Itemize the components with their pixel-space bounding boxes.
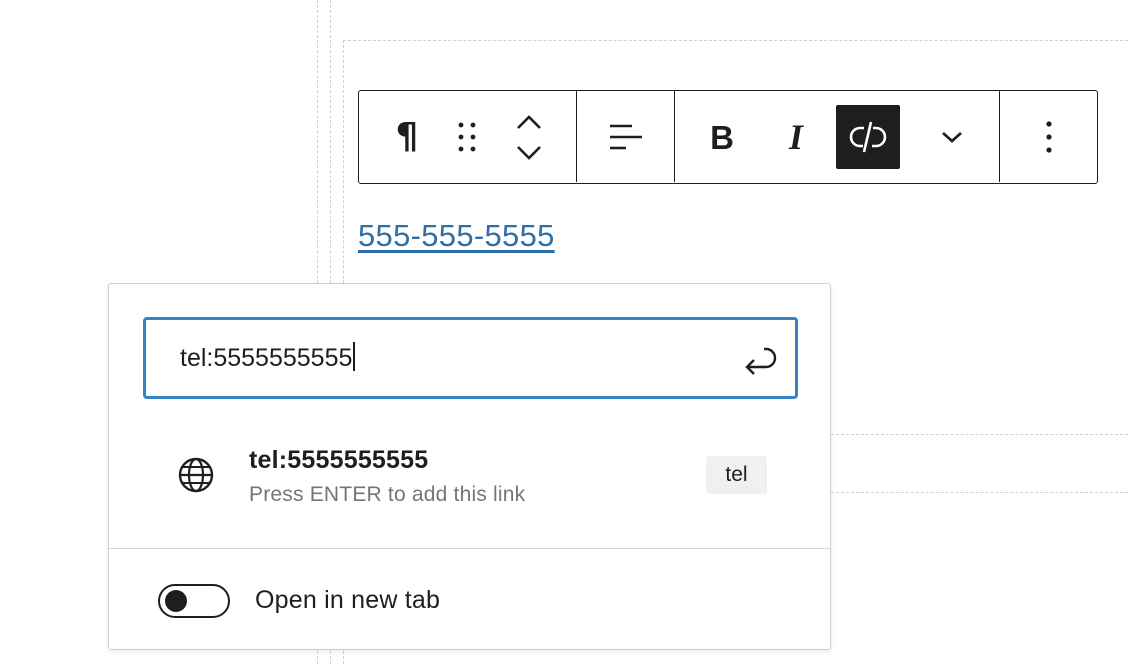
toolbar-separator bbox=[999, 91, 1000, 182]
globe-icon bbox=[177, 456, 215, 499]
bold-button[interactable]: B bbox=[690, 105, 754, 169]
drag-handle-icon bbox=[458, 122, 476, 152]
submit-link-button[interactable] bbox=[739, 340, 781, 382]
more-vertical-icon bbox=[1046, 121, 1052, 153]
link-popover: tel:5555555555 tel:5555555555 Press ENTE… bbox=[108, 283, 831, 650]
enter-icon bbox=[745, 347, 777, 375]
italic-icon: I bbox=[788, 117, 803, 157]
italic-button[interactable]: I bbox=[764, 105, 828, 169]
popover-divider bbox=[109, 548, 830, 549]
toolbar-separator bbox=[674, 91, 675, 182]
suggestion-type-badge: tel bbox=[706, 456, 767, 494]
paragraph-icon: ¶ bbox=[395, 116, 419, 157]
text-cursor bbox=[353, 342, 355, 371]
suggestion-title: tel:5555555555 bbox=[249, 446, 429, 474]
unlink-button[interactable] bbox=[836, 105, 900, 169]
align-button[interactable] bbox=[594, 105, 658, 169]
bold-icon: B bbox=[710, 118, 734, 156]
open-in-new-tab-label[interactable]: Open in new tab bbox=[255, 586, 440, 615]
move-down-button[interactable] bbox=[497, 138, 561, 168]
toggle-knob bbox=[165, 590, 187, 612]
block-options-button[interactable] bbox=[1017, 105, 1081, 169]
url-input-text: tel:5555555555 bbox=[180, 344, 353, 372]
suggestion-hint: Press ENTER to add this link bbox=[249, 483, 526, 506]
chevron-down-icon bbox=[942, 131, 962, 143]
block-outline bbox=[343, 40, 1128, 41]
toolbar-separator bbox=[576, 91, 577, 182]
url-input-value[interactable]: tel:5555555555 bbox=[180, 342, 355, 373]
link-suggestion[interactable]: tel:5555555555 Press ENTER to add this l… bbox=[109, 434, 830, 524]
block-toolbar: ¶ B I bbox=[358, 90, 1098, 184]
block-type-button[interactable]: ¶ bbox=[375, 105, 439, 169]
chevron-up-icon bbox=[517, 115, 541, 129]
align-left-icon bbox=[610, 124, 642, 150]
block-outline bbox=[831, 434, 1128, 435]
block-outline bbox=[831, 492, 1128, 493]
unlink-icon bbox=[849, 121, 887, 153]
paragraph-link[interactable]: 555-555-5555 bbox=[358, 218, 555, 254]
more-formatting-button[interactable] bbox=[920, 105, 984, 169]
open-in-new-tab-toggle[interactable] bbox=[158, 584, 230, 618]
move-up-button[interactable] bbox=[497, 107, 561, 137]
editor-canvas: ¶ B I 555-555-5555 tel:5555555555 tel:55… bbox=[0, 0, 1128, 664]
chevron-down-icon bbox=[517, 146, 541, 160]
url-input[interactable]: tel:5555555555 bbox=[143, 317, 798, 399]
drag-handle-button[interactable] bbox=[435, 105, 499, 169]
